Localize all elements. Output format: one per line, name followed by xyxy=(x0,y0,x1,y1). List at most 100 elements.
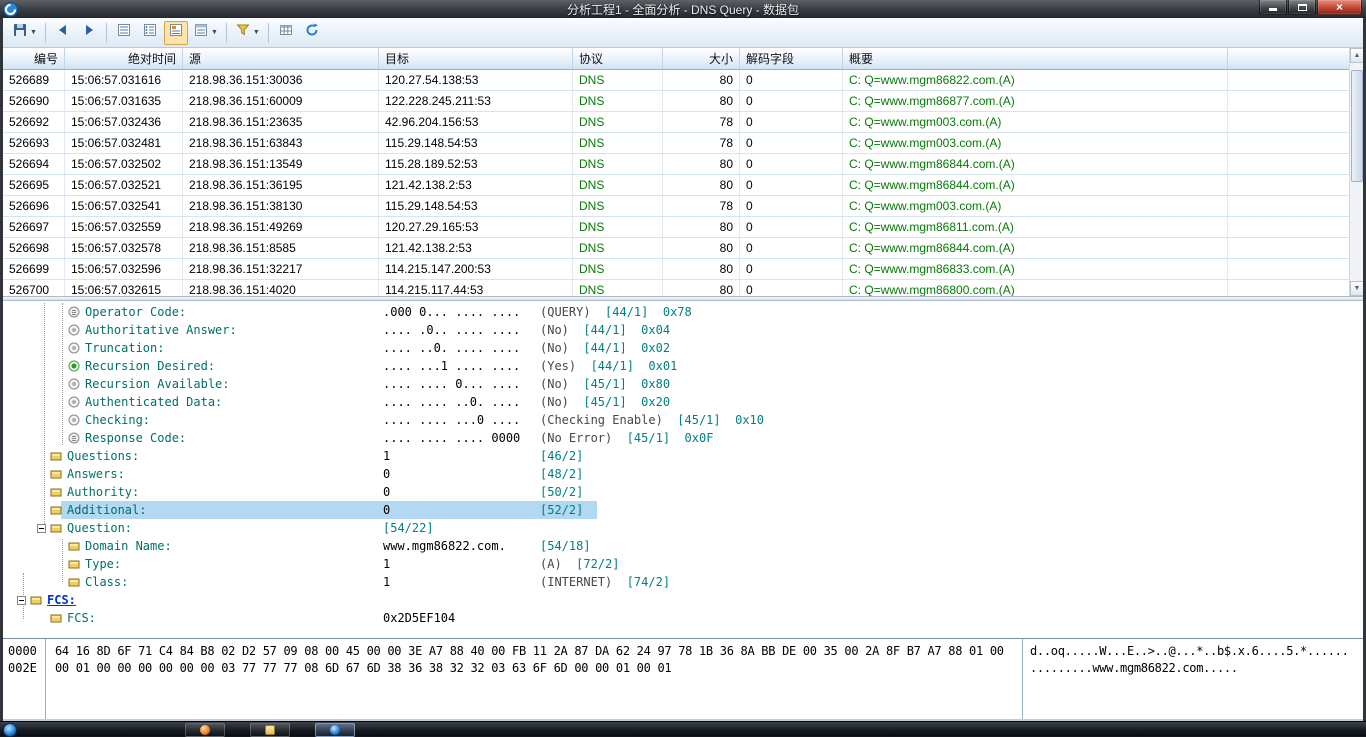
refresh-button[interactable] xyxy=(300,21,324,45)
window-controls: × xyxy=(1258,0,1362,15)
packet-cell: C: Q=www.mgm86877.com.(A) xyxy=(843,91,1228,111)
packet-cell: 0 xyxy=(740,154,843,174)
packet-row[interactable]: 52669715:06:57.032559218.98.36.151:49269… xyxy=(3,217,1349,238)
tree-label: Truncation: xyxy=(85,341,164,355)
packet-row[interactable]: 52669815:06:57.032578218.98.36.151:85851… xyxy=(3,238,1349,259)
tree-meta: (INTERNET) [74/2] xyxy=(540,575,670,589)
hex-bytes[interactable]: 00 01 00 00 00 00 00 00 03 77 77 77 08 6… xyxy=(55,661,671,675)
tree-row-questions[interactable]: Questions:1[46/2] xyxy=(3,447,1363,465)
column-header-5[interactable]: 大小 xyxy=(663,48,740,69)
tree-row-authoritativeanswer[interactable]: Authoritative Answer:.... .0.. .... ....… xyxy=(3,321,1363,339)
packet-row[interactable]: 52669315:06:57.032481218.98.36.151:63843… xyxy=(3,133,1349,154)
packet-row[interactable]: 52669015:06:57.031635218.98.36.151:60009… xyxy=(3,91,1349,112)
display-options-button[interactable]: ▼ xyxy=(190,21,221,45)
tree-expander-icon[interactable] xyxy=(37,524,46,533)
titlebar: 分析工程1 - 全面分析 - DNS Query - 数据包 × xyxy=(0,0,1366,18)
tree-meta: (No) [45/1] 0x80 xyxy=(540,377,670,391)
back-button[interactable] xyxy=(51,21,75,45)
taskbar-app-browser[interactable] xyxy=(185,723,225,737)
packet-cell: C: Q=www.mgm003.com.(A) xyxy=(843,133,1228,153)
hex-view-button[interactable] xyxy=(164,21,188,45)
tree-indent-spacer xyxy=(55,434,68,443)
packet-row[interactable]: 52669615:06:57.032541218.98.36.151:38130… xyxy=(3,196,1349,217)
column-header-0[interactable]: 编号 xyxy=(3,48,65,69)
radio-icon xyxy=(68,396,80,408)
filter-button[interactable]: ▼ xyxy=(232,21,263,45)
packet-row[interactable]: 52669415:06:57.032502218.98.36.151:13549… xyxy=(3,154,1349,175)
radio-on-icon xyxy=(68,360,80,372)
tree-value: 1 xyxy=(383,575,390,589)
tree-row-fcs[interactable]: FCS: xyxy=(3,591,1363,609)
packet-row[interactable]: 52669215:06:57.032436218.98.36.151:23635… xyxy=(3,112,1349,133)
packet-cell: DNS xyxy=(573,280,663,296)
packet-row[interactable]: 52669915:06:57.032596218.98.36.151:32217… xyxy=(3,259,1349,280)
packet-cell: DNS xyxy=(573,196,663,216)
field-icon xyxy=(50,450,62,462)
tree-meta: [50/2] xyxy=(540,485,583,499)
packet-cell: 15:06:57.032578 xyxy=(65,238,183,258)
minimize-button[interactable] xyxy=(1259,0,1287,15)
tree-row-class[interactable]: Class:1(INTERNET) [74/2] xyxy=(3,573,1363,591)
packet-cell: 114.215.147.200:53 xyxy=(379,259,573,279)
tree-row-question[interactable]: Question:[54/22] xyxy=(3,519,1363,537)
column-header-1[interactable]: 绝对时间 xyxy=(65,48,183,69)
hex-ascii[interactable]: .........www.mgm86822.com..... xyxy=(1030,661,1238,675)
tree-row-recursiondesired[interactable]: Recursion Desired:.... ...1 .... ....(Ye… xyxy=(3,357,1363,375)
start-button[interactable] xyxy=(3,723,17,737)
tree-row-checking[interactable]: Checking:.... .... ...0 ....(Checking En… xyxy=(3,411,1363,429)
packet-cell: 218.98.36.151:32217 xyxy=(183,259,379,279)
packet-row[interactable]: 52669515:06:57.032521218.98.36.151:36195… xyxy=(3,175,1349,196)
packet-list-view-button[interactable] xyxy=(112,21,136,45)
packet-cell: DNS xyxy=(573,70,663,90)
scroll-down-button[interactable]: ▼ xyxy=(1350,281,1364,296)
tree-row-truncation[interactable]: Truncation:.... ..0. .... ....(No) [44/1… xyxy=(3,339,1363,357)
tree-row-authenticateddata[interactable]: Authenticated Data:.... .... ..0. ....(N… xyxy=(3,393,1363,411)
tree-label: Authoritative Answer: xyxy=(85,323,237,337)
taskbar-app-analyzer[interactable] xyxy=(315,723,355,737)
tree-row-fcs[interactable]: FCS:0x2D5EF104 xyxy=(3,609,1363,627)
tree-value: .... .... .... 0000 xyxy=(383,431,520,445)
packet-cell: 218.98.36.151:8585 xyxy=(183,238,379,258)
tree-row-additional[interactable]: Additional:0[52/2] xyxy=(3,501,1363,519)
tree-value: [54/22] xyxy=(383,521,434,535)
tree-row-answers[interactable]: Answers:0[48/2] xyxy=(3,465,1363,483)
tree-row-operatorcode[interactable]: Operator Code:.000 0... .... ....(QUERY)… xyxy=(3,303,1363,321)
tree-value: 0 xyxy=(383,503,390,517)
grid-icon xyxy=(278,22,294,43)
tree-row-responsecode[interactable]: Response Code:.... .... .... 0000(No Err… xyxy=(3,429,1363,447)
save-button[interactable]: ▼ xyxy=(9,21,40,45)
packet-cell: 15:06:57.032521 xyxy=(65,175,183,195)
packet-row[interactable]: 52670015:06:57.032615218.98.36.151:40201… xyxy=(3,280,1349,296)
column-header-4[interactable]: 协议 xyxy=(573,48,663,69)
tree-row-domainname[interactable]: Domain Name:www.mgm86822.com.[54/18] xyxy=(3,537,1363,555)
column-header-7[interactable]: 概要 xyxy=(843,48,1228,69)
tree-expander-icon[interactable] xyxy=(17,596,26,605)
tree-row-authority[interactable]: Authority:0[50/2] xyxy=(3,483,1363,501)
bits-icon xyxy=(68,432,80,444)
column-header-3[interactable]: 目标 xyxy=(379,48,573,69)
packet-cell: 0 xyxy=(740,196,843,216)
scroll-up-button[interactable]: ▲ xyxy=(1350,48,1364,63)
packet-cell: 15:06:57.032559 xyxy=(65,217,183,237)
column-header-2[interactable]: 源 xyxy=(183,48,379,69)
taskbar-app-folder[interactable] xyxy=(250,723,290,737)
tree-row-recursionavailable[interactable]: Recursion Available:.... .... 0... ....(… xyxy=(3,375,1363,393)
tree-indent-spacer xyxy=(55,326,68,335)
packet-row[interactable]: 52668915:06:57.031616218.98.36.151:30036… xyxy=(3,70,1349,91)
scroll-thumb[interactable] xyxy=(1351,70,1363,182)
table-vertical-scrollbar[interactable]: ▲ ▼ xyxy=(1349,48,1363,296)
packet-cell: DNS xyxy=(573,133,663,153)
hex-ascii[interactable]: d..oq.....W...E..>..@...*..b$.x.6....5.*… xyxy=(1030,644,1349,658)
tree-value: .... ..0. .... .... xyxy=(383,341,520,355)
packet-cell: 0 xyxy=(740,175,843,195)
packet-cell: 15:06:57.032541 xyxy=(65,196,183,216)
forward-button[interactable] xyxy=(77,21,101,45)
decode-view-button[interactable] xyxy=(138,21,162,45)
hex-bytes[interactable]: 64 16 8D 6F 71 C4 84 B8 02 D2 57 09 08 0… xyxy=(55,644,1004,658)
packet-cell: 78 xyxy=(663,112,740,132)
maximize-button[interactable] xyxy=(1288,0,1316,15)
make-table-button[interactable] xyxy=(274,21,298,45)
close-button[interactable]: × xyxy=(1317,0,1362,15)
column-header-6[interactable]: 解码字段 xyxy=(740,48,843,69)
tree-row-type[interactable]: Type:1(A) [72/2] xyxy=(3,555,1363,573)
